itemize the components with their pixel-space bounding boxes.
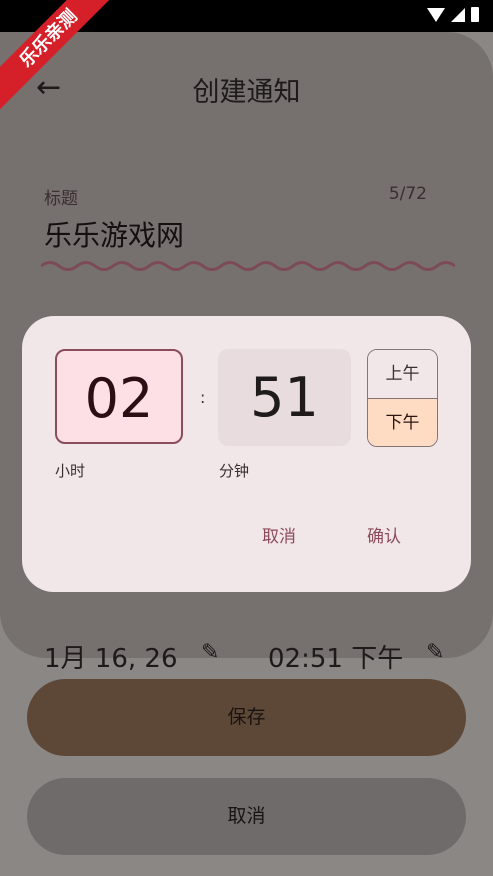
- battery-icon: [471, 7, 479, 22]
- am-option[interactable]: 上午: [368, 350, 437, 399]
- dialog-confirm-button[interactable]: 确认: [367, 522, 401, 547]
- signal-icon: [451, 7, 465, 22]
- cancel-button[interactable]: 取消: [27, 778, 466, 855]
- save-button[interactable]: 保存: [27, 679, 466, 756]
- pencil-icon[interactable]: ✎: [426, 640, 444, 665]
- date-value[interactable]: 1月 16, 26: [44, 638, 178, 675]
- pm-option[interactable]: 下午: [368, 399, 437, 446]
- minute-label: 分钟: [219, 462, 250, 480]
- hour-selector[interactable]: 02: [55, 349, 183, 444]
- title-char-counter: 5/72: [388, 184, 427, 204]
- wifi-icon: [427, 7, 445, 22]
- watermark-ribbon: 乐乐亲测: [0, 0, 120, 120]
- minute-selector[interactable]: 51: [218, 349, 351, 446]
- watermark-text: 乐乐亲测: [0, 0, 120, 110]
- title-input[interactable]: 乐乐游戏网: [44, 214, 184, 254]
- status-icons: [427, 7, 479, 22]
- time-value[interactable]: 02:51 下午: [268, 638, 403, 675]
- hour-label: 小时: [55, 462, 86, 480]
- dialog-cancel-button[interactable]: 取消: [262, 522, 296, 547]
- screen: 乐乐亲测 ← 创建通知 标题 5/72 乐乐游戏网 1月 16, 26 ✎ 02…: [0, 0, 493, 876]
- time-separator: :: [200, 388, 206, 407]
- period-toggle: 上午 下午: [367, 349, 438, 447]
- time-picker-dialog: 02 : 51 上午 下午 小时 分钟 取消 确认: [22, 316, 471, 592]
- title-field-label: 标题: [44, 189, 78, 209]
- title-input-underline: [41, 261, 455, 271]
- pencil-icon[interactable]: ✎: [201, 640, 219, 665]
